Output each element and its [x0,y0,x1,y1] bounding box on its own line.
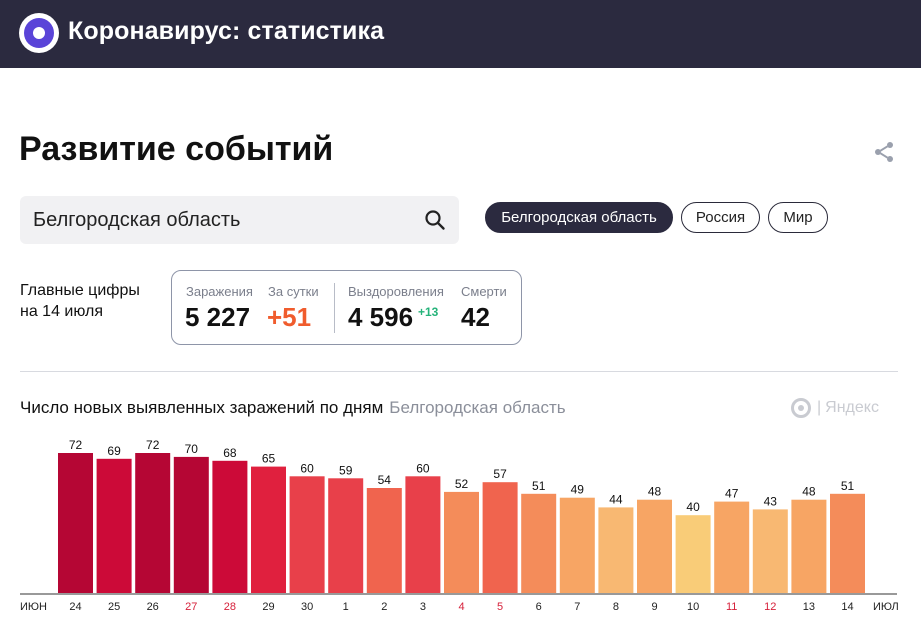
chart-title: Число новых выявленных заражений по дням… [20,398,566,418]
infections-label: Заражения [186,284,253,299]
x-tick-label: 5 [497,601,503,613]
share-icon[interactable] [872,140,896,164]
bar-26[interactable] [135,453,171,593]
bar-value-label: 72 [69,438,83,452]
bar-value-label: 60 [416,461,430,475]
x-tick-label: 24 [69,601,81,613]
bar-30[interactable] [289,476,325,593]
bar-14[interactable] [830,493,865,593]
infections-value: 5 227 [185,302,251,332]
bar-value-label: 54 [378,473,392,487]
x-tick-label: 8 [613,601,619,613]
bar-1[interactable] [328,478,364,593]
search-input[interactable] [33,204,413,236]
section-divider [20,371,898,372]
bar-7[interactable] [559,497,595,593]
x-tick-label: 9 [651,601,657,613]
recoveries-label: Выздоровления [348,284,444,299]
bar-27[interactable] [173,456,209,593]
chart-title-text: Число новых выявленных заражений по дням [20,398,384,417]
x-tick-label: 25 [108,601,120,613]
x-tick-label: 10 [687,601,699,613]
x-tick-label: 26 [147,601,159,613]
yandex-watermark: | Яндекс [791,398,879,418]
x-tick-label: 6 [536,601,542,613]
bar-value-label: 48 [648,485,662,499]
chip-world[interactable]: Мир [768,202,828,233]
watermark-text: Яндекс [825,399,879,416]
recoveries-delta: +13 [418,305,439,319]
x-tick-label: 30 [301,601,313,613]
bar-value-label: 68 [223,446,237,460]
daily-value: +51 [267,302,312,332]
deaths-label: Смерти [461,284,507,299]
main-figures-title: Главные цифры [20,282,140,299]
search-icon[interactable] [423,208,447,232]
virus-logo-icon[interactable] [19,13,59,53]
main-figures-date: на 14 июля [20,303,104,320]
recoveries-value: 4 596 [348,302,414,332]
daily-label: За сутки [268,284,319,299]
x-tick-label: 12 [764,601,776,613]
bar-4[interactable] [444,491,479,593]
bar-10[interactable] [675,515,711,593]
bar-11[interactable] [714,501,750,593]
bar-value-label: 51 [532,479,546,493]
daily-cases-chart: 7224692572267027682865296030591542603524… [20,438,899,613]
month-end-label: ИЮЛ [873,601,899,613]
chip-russia[interactable]: Россия [681,202,760,233]
x-tick-label: 3 [420,601,426,613]
bar-9[interactable] [637,499,672,593]
bar-value-label: 65 [262,452,276,466]
x-tick-label: 1 [343,601,349,613]
x-tick-label: 13 [803,601,815,613]
yandex-logo-icon [791,398,811,418]
bar-value-label: 40 [686,500,700,514]
main-figures-label: Главные цифры на 14 июля [20,280,140,322]
bar-value-label: 70 [185,442,199,456]
month-start-label: ИЮН [20,601,47,613]
bar-value-label: 44 [609,492,623,506]
region-search [20,196,459,244]
x-tick-label: 2 [381,601,387,613]
app-title[interactable]: Коронавирус: статистика [68,17,384,46]
bar-6[interactable] [521,493,557,593]
x-tick-label: 14 [841,601,853,613]
bar-value-label: 47 [725,487,739,501]
bar-25[interactable] [96,458,132,593]
bar-12[interactable] [752,509,788,593]
bar-value-label: 52 [455,477,469,491]
x-tick-label: 29 [262,601,274,613]
x-tick-label: 11 [726,601,737,613]
bar-value-label: 43 [764,494,778,508]
stats-box: Заражения 5 227 За сутки +51 Выздоровлен… [171,270,522,345]
stats-divider [334,283,335,333]
bar-value-label: 59 [339,463,353,477]
bar-8[interactable] [598,507,634,593]
chart-region: Белгородская область [389,398,566,417]
bar-value-label: 69 [107,444,121,458]
chip-belgorod[interactable]: Белгородская область [485,202,673,233]
bar-28[interactable] [212,460,248,593]
bar-5[interactable] [482,482,518,593]
bar-2[interactable] [366,488,402,593]
bar-13[interactable] [791,499,827,593]
x-tick-label: 28 [224,601,236,613]
bar-value-label: 57 [493,467,507,481]
bar-3[interactable] [405,476,441,593]
bar-value-label: 60 [300,461,314,475]
bar-value-label: 49 [571,483,585,497]
bar-24[interactable] [58,453,93,593]
bar-value-label: 72 [146,438,160,452]
deaths-value: 42 [461,302,490,332]
bar-value-label: 48 [802,485,816,499]
x-tick-label: 27 [185,601,197,613]
bar-value-label: 51 [841,479,855,493]
bar-29[interactable] [251,466,286,593]
x-tick-label: 4 [458,601,464,613]
page-title: Развитие событий [19,130,334,168]
top-bar: Коронавирус: статистика [0,0,921,68]
x-tick-label: 7 [574,601,580,613]
